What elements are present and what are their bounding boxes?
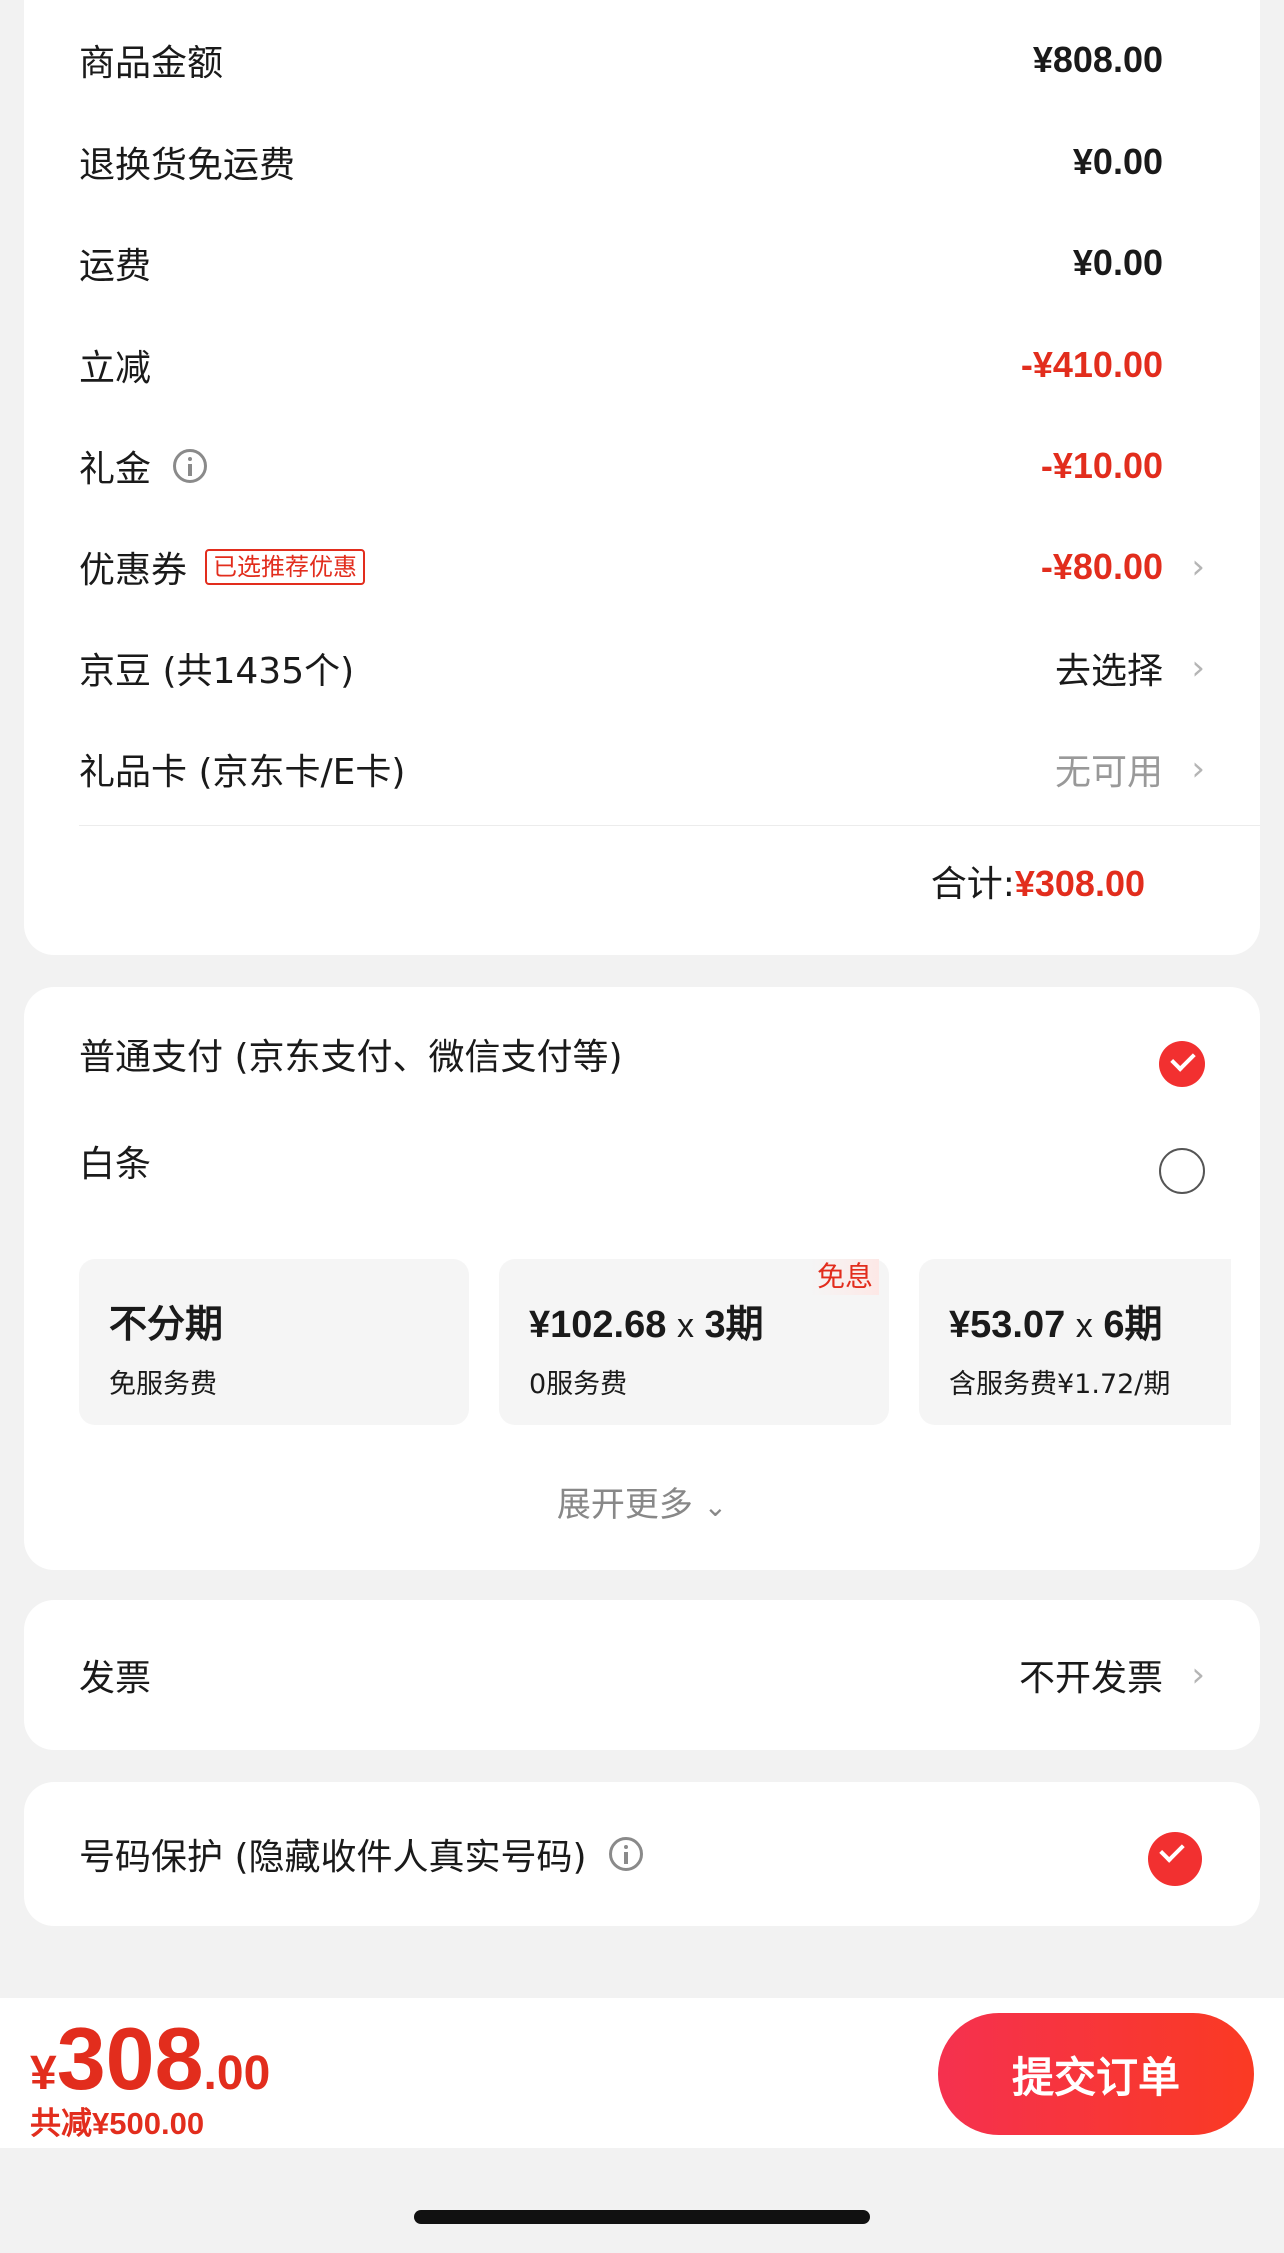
plan-price: ¥53.07	[949, 1304, 1066, 1346]
return-shipping-label: 退换货免运费	[79, 145, 296, 186]
subtotal: 合计: ¥308.00	[931, 855, 1145, 907]
invoice-row[interactable]: 发票 不开发票 ›	[79, 1625, 1205, 1725]
plan-times: 3期	[704, 1304, 764, 1346]
gift-money-label: 礼金	[79, 449, 152, 490]
coupon-label: 优惠券	[79, 550, 188, 591]
installment-plans: 不分期 免服务费 免息 ¥102.68 x 3期 0服务费 服务 ¥53.07 …	[79, 1259, 1231, 1425]
plan-fee: 0服务费	[529, 1369, 628, 1400]
shipping-row: 运费 ¥0.00	[79, 213, 1205, 313]
total-saved: 共减¥500.00	[30, 2106, 205, 2141]
jd-beans-row[interactable]: 京豆 (共1435个) 去选择 ›	[79, 618, 1205, 718]
plan-title: 不分期	[109, 1304, 224, 1346]
payment-method-card: 普通支付 (京东支付、微信支付等) 白条 不分期 免服务费 免息 ¥102.68…	[24, 987, 1260, 1570]
subtotal-value: ¥308.00	[1014, 863, 1145, 904]
invoice-label: 发票	[79, 1658, 152, 1699]
chevron-right-icon: ›	[1191, 648, 1205, 688]
plan-price: ¥102.68	[529, 1304, 667, 1346]
shipping-label: 运费	[79, 246, 152, 287]
expand-more-label: 展开更多	[556, 1485, 693, 1525]
gift-card-value: 无可用	[1054, 752, 1163, 793]
price-integer: 308	[56, 2009, 204, 2108]
chevron-right-icon: ›	[1191, 547, 1205, 587]
plan-fee: 含服务费¥1.72/期	[949, 1369, 1171, 1400]
goods-amount-value: ¥808.00	[1032, 39, 1163, 80]
baitiao-label: 白条	[79, 1144, 152, 1185]
return-shipping-value: ¥0.00	[1072, 141, 1163, 182]
info-icon[interactable]	[173, 449, 208, 483]
price-decimal: .00	[203, 2047, 271, 2100]
gift-card-label: 礼品卡 (京东卡/E卡)	[79, 752, 406, 793]
recommended-coupon-tag: 已选推荐优惠	[205, 549, 366, 585]
checkout-bar: ¥308.00 共减¥500.00 提交订单	[0, 1998, 1284, 2148]
gift-money-row: 礼金 -¥10.00	[79, 416, 1205, 516]
home-indicator[interactable]	[414, 2210, 870, 2224]
coupon-value: -¥80.00	[1040, 546, 1163, 587]
normal-payment-row[interactable]: 普通支付 (京东支付、微信支付等)	[79, 1004, 1205, 1104]
instant-discount-value: -¥410.00	[1020, 344, 1163, 385]
return-shipping-row: 退换货免运费 ¥0.00	[79, 112, 1205, 212]
plan-6-installments[interactable]: 服务 ¥53.07 x 6期 含服务费¥1.72/期	[919, 1259, 1231, 1425]
amount-summary-card: 商品金额 ¥808.00 退换货免运费 ¥0.00 运费 ¥0.00 立减 -¥…	[24, 0, 1260, 955]
instant-discount-row: 立减 -¥410.00	[79, 315, 1205, 415]
number-protection-card: 号码保护 (隐藏收件人真实号码)	[24, 1782, 1260, 1926]
currency-symbol: ¥	[30, 2047, 57, 2100]
instant-discount-label: 立减	[79, 348, 152, 389]
chevron-down-icon: ⌄	[703, 1490, 728, 1523]
number-protection-row: 号码保护 (隐藏收件人真实号码)	[79, 1804, 1205, 1904]
jd-beans-value: 去选择	[1054, 651, 1163, 692]
gift-card-row[interactable]: 礼品卡 (京东卡/E卡) 无可用 ›	[79, 719, 1205, 819]
number-protection-check-icon[interactable]	[1148, 1832, 1202, 1886]
normal-payment-label: 普通支付 (京东支付、微信支付等)	[79, 1037, 623, 1078]
multiply-sign: x	[1075, 1307, 1093, 1345]
normal-payment-check-icon[interactable]	[1159, 1041, 1205, 1087]
goods-amount-label: 商品金额	[79, 43, 224, 84]
expand-more-button[interactable]: 展开更多 ⌄	[24, 1477, 1260, 1526]
number-protection-label: 号码保护 (隐藏收件人真实号码)	[79, 1837, 587, 1878]
final-price: ¥308.00	[30, 2008, 270, 2110]
coupon-row[interactable]: 优惠券 已选推荐优惠 -¥80.00 ›	[79, 517, 1205, 617]
plan-fee: 免服务费	[109, 1369, 217, 1400]
chevron-right-icon: ›	[1191, 749, 1205, 789]
chevron-right-icon: ›	[1191, 1655, 1205, 1695]
divider	[79, 825, 1260, 826]
submit-order-button[interactable]: 提交订单	[938, 2013, 1254, 2135]
goods-amount-row: 商品金额 ¥808.00	[79, 10, 1205, 110]
plan-3-installments[interactable]: 免息 ¥102.68 x 3期 0服务费	[499, 1259, 889, 1425]
jd-beans-label: 京豆 (共1435个)	[79, 651, 355, 692]
plan-times: 6期	[1103, 1304, 1163, 1346]
gift-money-value: -¥10.00	[1040, 445, 1163, 486]
baitiao-row[interactable]: 白条	[79, 1111, 1205, 1211]
multiply-sign: x	[676, 1307, 694, 1345]
invoice-card[interactable]: 发票 不开发票 ›	[24, 1600, 1260, 1750]
baitiao-radio[interactable]	[1159, 1148, 1205, 1194]
subtotal-label: 合计:	[930, 864, 1015, 905]
shipping-value: ¥0.00	[1072, 242, 1163, 283]
plan-no-installment[interactable]: 不分期 免服务费	[79, 1259, 469, 1425]
interest-free-badge: 免息	[810, 1259, 879, 1295]
invoice-value: 不开发票	[1018, 1658, 1163, 1699]
info-icon[interactable]	[608, 1837, 643, 1871]
